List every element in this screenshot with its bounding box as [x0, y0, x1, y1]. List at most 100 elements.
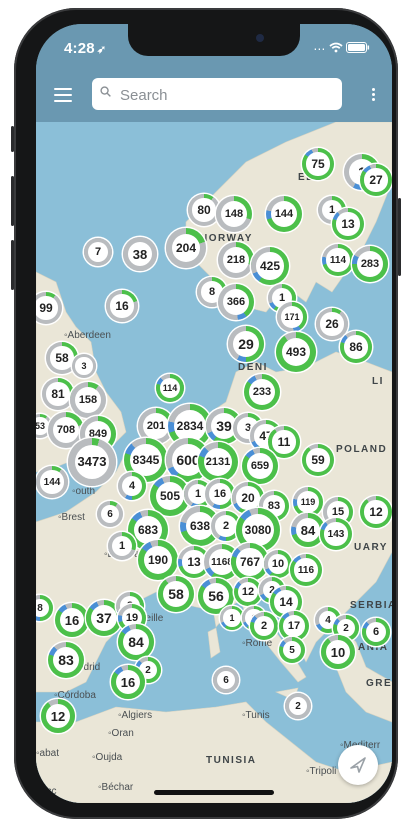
station-cluster-marker[interactable]: 86: [340, 331, 372, 363]
station-cluster-marker[interactable]: 81: [42, 378, 74, 410]
cluster-count: 2131: [205, 455, 231, 468]
city-label: ◦Tripoli: [306, 766, 337, 777]
city-label: ◦Oran: [108, 728, 134, 739]
station-cluster-marker[interactable]: 1: [220, 606, 244, 630]
station-cluster-marker[interactable]: 2: [285, 693, 311, 719]
search-box[interactable]: [92, 78, 342, 112]
station-cluster-marker[interactable]: 58: [158, 576, 194, 612]
cluster-count: 2: [295, 700, 301, 712]
station-cluster-marker[interactable]: 83: [48, 642, 84, 678]
station-cluster-marker[interactable]: 116: [290, 554, 322, 586]
cluster-count: 6: [107, 508, 113, 520]
cluster-count: 15: [331, 506, 345, 518]
search-input[interactable]: [118, 78, 332, 112]
wifi-icon: [329, 42, 346, 56]
map-view[interactable]: NORWAYPOLANDSERBIATUNISIAGREELIDENIUARYA…: [36, 122, 392, 803]
my-location-button[interactable]: [338, 745, 378, 785]
station-cluster-marker[interactable]: 283: [352, 246, 388, 282]
station-cluster-marker[interactable]: 493: [276, 332, 316, 372]
station-cluster-marker[interactable]: 144: [266, 196, 302, 232]
station-cluster-marker[interactable]: 84: [118, 624, 154, 660]
cluster-count: 53: [36, 420, 45, 431]
cluster-count: 13: [341, 217, 355, 231]
station-cluster-marker[interactable]: 218: [218, 242, 254, 278]
cluster-count: 2: [145, 664, 151, 676]
station-cluster-marker[interactable]: 148: [216, 196, 252, 232]
station-cluster-marker[interactable]: 16: [106, 290, 138, 322]
station-cluster-marker[interactable]: 16: [55, 603, 89, 637]
cluster-count: 2: [260, 620, 268, 632]
station-cluster-marker[interactable]: 114: [156, 374, 184, 402]
station-cluster-marker[interactable]: 204: [166, 228, 206, 268]
station-cluster-marker[interactable]: 12: [360, 496, 392, 528]
station-cluster-marker[interactable]: 16: [205, 479, 235, 509]
cluster-count: 29: [238, 336, 254, 352]
city-label: ◦ccc: [38, 786, 57, 797]
station-cluster-marker[interactable]: 190: [138, 540, 178, 580]
country-label: LI: [372, 376, 384, 387]
station-cluster-marker[interactable]: 2131: [198, 442, 238, 482]
station-cluster-marker[interactable]: 12: [41, 699, 75, 733]
station-cluster-marker[interactable]: 75: [302, 148, 334, 180]
cluster-count: 83: [58, 652, 74, 668]
cluster-count: 7: [94, 246, 102, 258]
station-cluster-marker[interactable]: 233: [244, 374, 280, 410]
cluster-count: 116: [297, 564, 315, 576]
station-cluster-marker[interactable]: 144: [36, 466, 68, 498]
station-cluster-marker[interactable]: 158: [70, 382, 106, 418]
cluster-count: 16: [213, 488, 227, 500]
cluster-count: 16: [115, 299, 129, 313]
more-options-icon[interactable]: [370, 86, 376, 104]
station-cluster-marker[interactable]: 659: [242, 448, 278, 484]
camera: [256, 34, 264, 42]
station-cluster-marker[interactable]: 114: [322, 244, 354, 276]
station-cluster-marker[interactable]: 425: [251, 247, 289, 285]
station-cluster-marker[interactable]: 1: [108, 532, 136, 560]
city-label: ◦Brest: [58, 512, 85, 523]
country-label: NORWAY: [200, 233, 253, 244]
station-cluster-marker[interactable]: 10: [321, 635, 355, 669]
station-cluster-marker[interactable]: 143: [320, 518, 352, 550]
cluster-count: 683: [137, 522, 158, 537]
station-cluster-marker[interactable]: 6: [213, 667, 239, 693]
station-cluster-marker[interactable]: 171: [277, 302, 307, 332]
cluster-count: 171: [284, 312, 300, 322]
cluster-count: 283: [360, 258, 380, 270]
country-label: SERBIA: [350, 600, 392, 611]
cluster-count: 58: [55, 351, 69, 365]
station-cluster-marker[interactable]: 59: [302, 444, 334, 476]
station-cluster-marker[interactable]: 26: [316, 308, 348, 340]
station-cluster-marker[interactable]: 80: [188, 194, 220, 226]
country-label: DENI: [238, 362, 268, 373]
city-label: ◦Algiers: [118, 710, 153, 721]
cluster-count: 143: [327, 528, 345, 540]
cluster-count: 84: [300, 522, 316, 538]
station-cluster-marker[interactable]: 5: [279, 637, 305, 663]
station-cluster-marker[interactable]: 29: [228, 326, 264, 362]
station-cluster-marker[interactable]: 7: [84, 238, 112, 266]
station-cluster-marker[interactable]: 2: [250, 612, 278, 640]
station-cluster-marker[interactable]: 16: [111, 665, 145, 699]
app-bar: [36, 72, 392, 122]
station-cluster-marker[interactable]: 3473: [68, 438, 116, 486]
cluster-count: 2: [343, 622, 349, 634]
hamburger-menu-icon[interactable]: [54, 88, 74, 102]
station-cluster-marker[interactable]: 27: [360, 164, 392, 196]
station-cluster-marker[interactable]: 38: [123, 237, 157, 271]
station-cluster-marker[interactable]: 6: [362, 618, 390, 646]
country-label: GREE: [366, 678, 392, 689]
cluster-count: 148: [224, 208, 244, 220]
signal-icon: ⋯: [313, 42, 326, 56]
home-indicator[interactable]: [154, 790, 274, 795]
cluster-count: 114: [329, 254, 347, 266]
station-cluster-marker[interactable]: 4: [118, 472, 146, 500]
station-cluster-marker[interactable]: 3: [72, 354, 96, 378]
station-cluster-marker[interactable]: 366: [218, 284, 254, 320]
station-cluster-marker[interactable]: 13: [332, 208, 364, 240]
station-cluster-marker[interactable]: 6: [97, 501, 123, 527]
station-cluster-marker[interactable]: 10: [264, 550, 292, 578]
status-time: 4:28: [64, 40, 95, 57]
cluster-count: 1168: [211, 556, 233, 568]
cluster-count: 38: [132, 246, 148, 262]
station-cluster-marker[interactable]: 12: [234, 578, 262, 606]
